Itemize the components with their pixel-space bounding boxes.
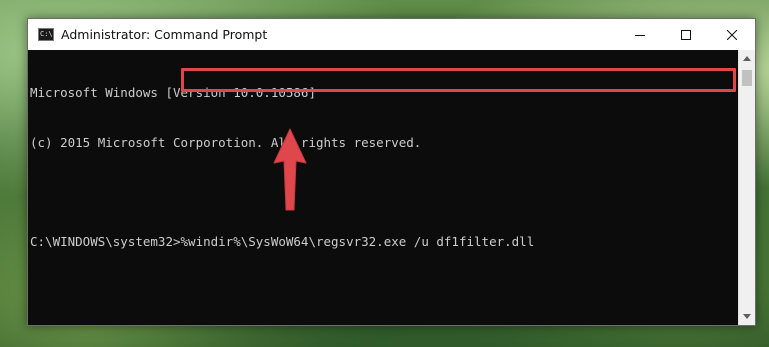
window-title: Administrator: Command Prompt [61, 27, 268, 42]
minimize-button[interactable] [617, 19, 663, 50]
maximize-icon [681, 29, 691, 40]
vertical-scrollbar[interactable] [738, 50, 755, 325]
scroll-up-button[interactable] [739, 50, 755, 67]
scroll-thumb[interactable] [742, 70, 752, 86]
up-arrow-icon [273, 128, 307, 211]
close-icon [727, 29, 737, 40]
scroll-down-button[interactable] [739, 308, 755, 325]
cmd-icon: C:\ [38, 28, 54, 41]
scroll-up-icon [743, 56, 751, 61]
maximize-button[interactable] [663, 19, 709, 50]
close-button[interactable] [709, 19, 755, 50]
command-highlight-box [181, 68, 736, 92]
minimize-icon [635, 34, 645, 36]
console-line-copyright: (c) 2015 Microsoft Corporotion. All righ… [30, 134, 422, 150]
title-bar[interactable]: C:\ Administrator: Command Prompt [28, 19, 755, 50]
console-line-command[interactable]: C:\WINDOWS\system32>%windir%\SysWoW64\re… [30, 234, 738, 251]
scroll-down-icon [743, 314, 751, 319]
command-prompt-window[interactable]: C:\ Administrator: Command Prompt Micros… [27, 18, 756, 326]
